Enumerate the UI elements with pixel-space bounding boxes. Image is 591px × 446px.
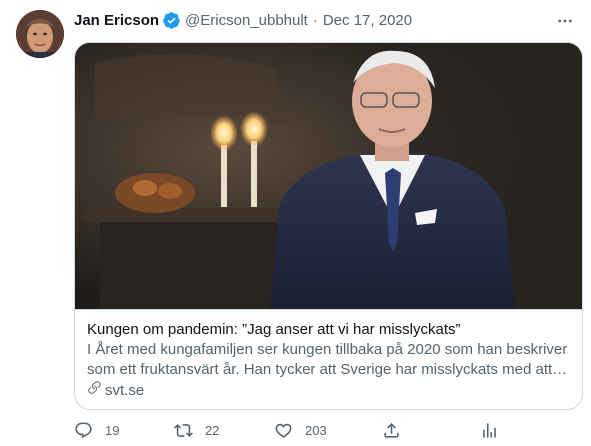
card-description: I Året med kungafamiljen ser kungen till… [87, 341, 568, 378]
card-domain[interactable]: svt.se [87, 380, 570, 401]
verified-badge-icon [162, 11, 181, 30]
tweet-date[interactable]: Dec 17, 2020 [323, 12, 412, 29]
analytics-button[interactable] [480, 421, 499, 440]
analytics-icon [480, 421, 499, 440]
share-button[interactable] [382, 421, 401, 440]
reply-icon [74, 421, 93, 440]
author-name[interactable]: Jan Ericson [74, 12, 159, 29]
separator-dot: · [312, 11, 318, 29]
tweet[interactable]: Jan Ericson @Ericson_ubbhult · Dec 17, 2… [0, 0, 591, 446]
more-options-icon[interactable] [555, 11, 575, 31]
link-card[interactable]: Kungen om pandemin: ”Jag anser att vi ha… [74, 42, 583, 410]
link-icon [87, 380, 105, 401]
share-icon [382, 421, 401, 440]
card-body: Kungen om pandemin: ”Jag anser att vi ha… [75, 309, 582, 409]
card-domain-text: svt.se [105, 381, 145, 399]
card-title[interactable]: Kungen om pandemin: ”Jag anser att vi ha… [87, 320, 570, 340]
avatar[interactable] [16, 10, 64, 58]
card-image [75, 43, 582, 309]
tweet-header: Jan Ericson @Ericson_ubbhult · Dec 17, 2… [74, 10, 412, 30]
retweet-button[interactable]: 22 [174, 421, 219, 440]
reply-button[interactable]: 19 [74, 421, 119, 440]
retweet-count: 22 [205, 422, 220, 438]
like-count: 203 [305, 422, 327, 438]
reply-count: 19 [105, 422, 120, 438]
retweet-icon [174, 421, 193, 440]
action-bar: 19 22 203 [74, 418, 504, 442]
like-button[interactable]: 203 [274, 421, 327, 440]
heart-icon [274, 421, 293, 440]
author-handle[interactable]: @Ericson_ubbhult [185, 12, 308, 29]
